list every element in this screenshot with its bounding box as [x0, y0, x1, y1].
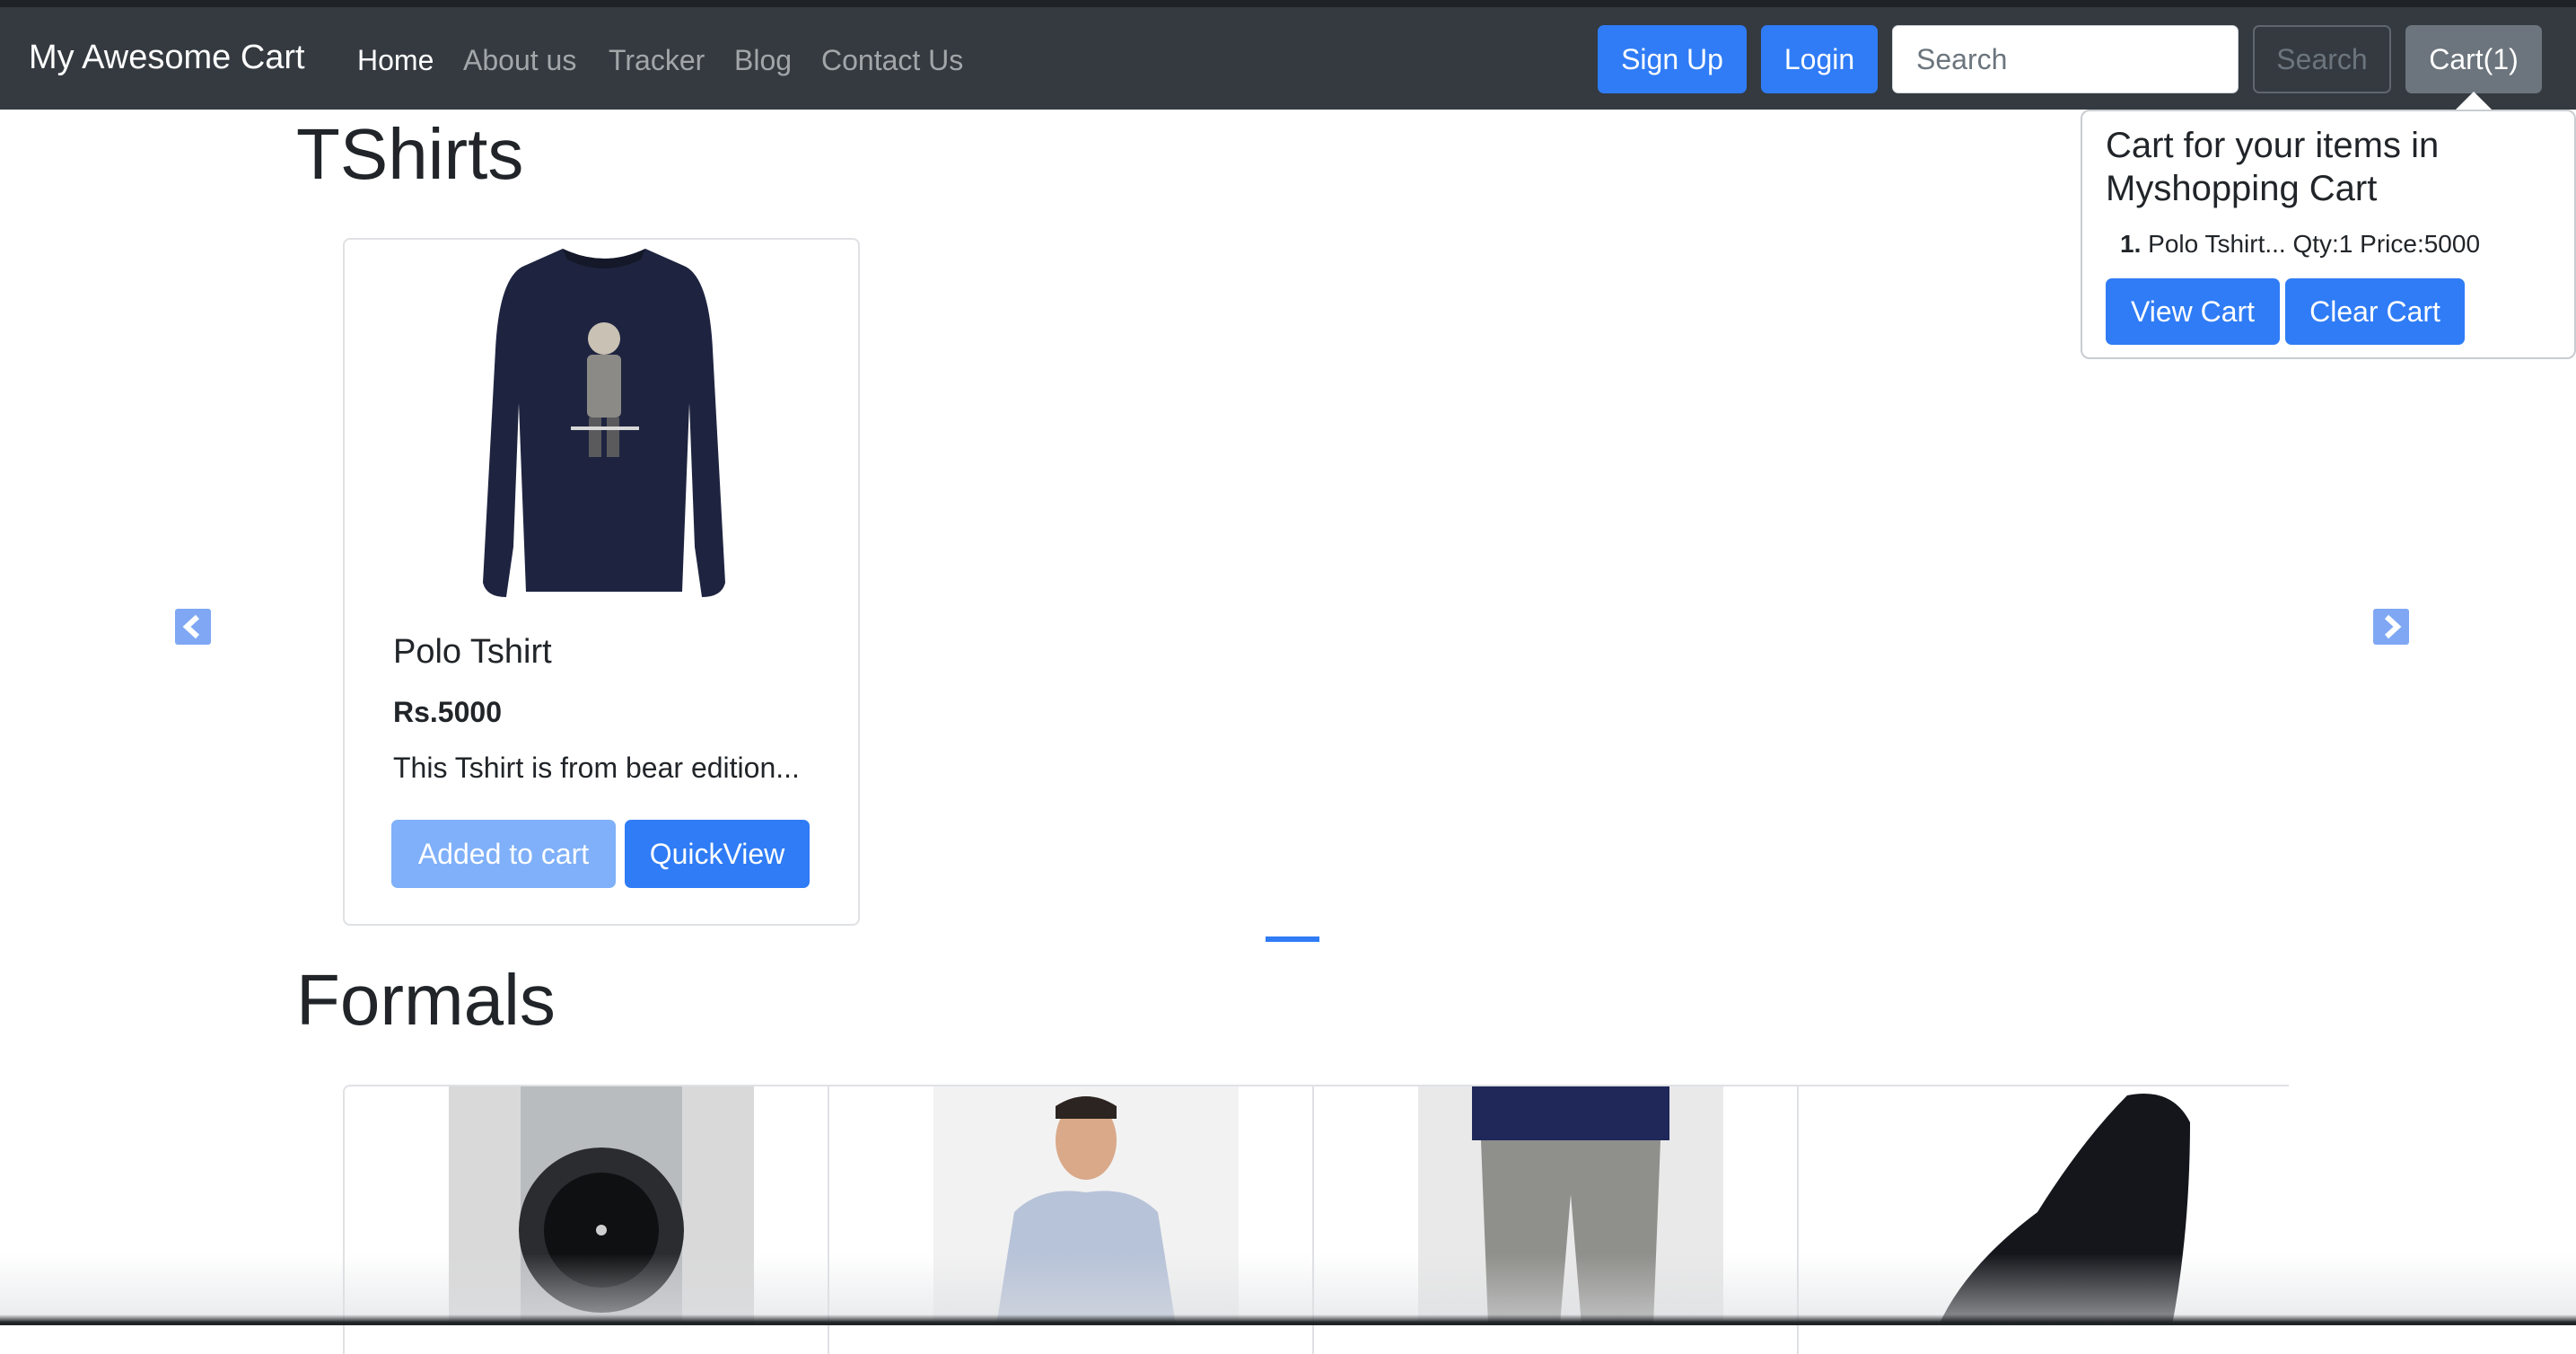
nav-link-blog[interactable]: Blog	[734, 43, 792, 77]
clear-cart-button[interactable]: Clear Cart	[2285, 278, 2465, 345]
navbar: My Awesome Cart Home About us Tracker Bl…	[0, 7, 2576, 110]
carousel-next-button[interactable]	[2373, 609, 2409, 645]
carousel-indicator-active[interactable]	[1266, 936, 1319, 942]
cart-item-text: Polo Tshirt... Qty:1 Price:5000	[2148, 230, 2481, 258]
section-title-formals: Formals	[296, 960, 556, 1040]
cart-popover: Cart for your items in Myshopping Cart 1…	[2081, 110, 2576, 359]
product-image-sweatshirt	[483, 249, 725, 597]
login-button[interactable]: Login	[1761, 25, 1878, 93]
window-top-edge	[0, 0, 2576, 7]
product-card-polo-tshirt: Polo Tshirt Rs.5000 This Tshirt is from …	[343, 238, 860, 926]
cart-item-index: 1.	[2120, 230, 2142, 258]
nav-link-contact[interactable]: Contact Us	[821, 43, 963, 77]
quickview-button[interactable]: QuickView	[625, 820, 810, 888]
chevron-right-icon	[2384, 614, 2402, 639]
added-to-cart-button[interactable]: Added to cart	[391, 820, 616, 888]
cart-item: 1. Polo Tshirt... Qty:1 Price:5000	[2120, 230, 2480, 259]
product-title: Polo Tshirt	[393, 633, 552, 671]
nav-link-home[interactable]: Home	[357, 43, 434, 77]
cart-button[interactable]: Cart(1)	[2405, 25, 2542, 93]
view-cart-button[interactable]: View Cart	[2106, 278, 2280, 345]
bottom-shadow	[0, 1253, 2576, 1325]
chevron-left-icon	[182, 614, 200, 639]
carousel-prev-button[interactable]	[175, 609, 211, 645]
product-price: Rs.5000	[393, 696, 502, 728]
nav-link-tracker[interactable]: Tracker	[609, 43, 705, 77]
signup-button[interactable]: Sign Up	[1598, 25, 1747, 93]
nav-link-about[interactable]: About us	[463, 43, 576, 77]
brand-link[interactable]: My Awesome Cart	[29, 38, 305, 79]
search-input[interactable]: Search	[1892, 25, 2239, 93]
search-button[interactable]: Search	[2253, 25, 2391, 93]
popover-title: Cart for your items in Myshopping Cart	[2106, 126, 2440, 208]
section-title-tshirts: TShirts	[296, 114, 524, 194]
popover-arrow	[2454, 92, 2493, 111]
product-description: This Tshirt is from bear edition...	[393, 752, 800, 784]
